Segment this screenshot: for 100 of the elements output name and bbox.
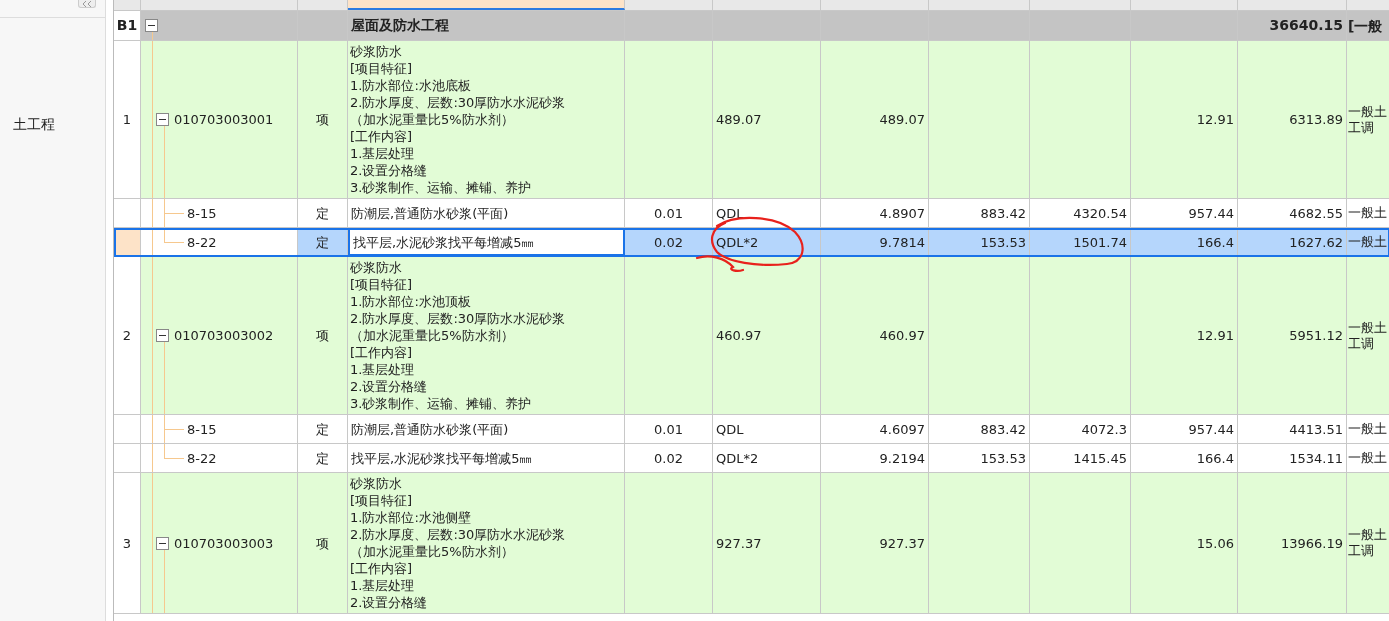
description-text: [工作内容]	[350, 560, 414, 577]
table-row[interactable]: 8-15 定 防潮层,普通防水砂浆(平面) 0.01 QDL 4.8907 883.42 4320.54 957.44 4682.55 一般土	[114, 199, 1389, 228]
type-cell: 项	[316, 327, 329, 344]
table-cell: 5951.12	[1289, 327, 1343, 344]
collapse-icon[interactable]	[156, 113, 169, 126]
description-text: 2.防水厚度、层数:30厚防水水泥砂浆	[350, 94, 566, 111]
table-row[interactable]: 8-22 定 找平层,水泥砂浆找平每增减5㎜ 0.02 QDL*2 9.7814 153.53 1501.74 166.4 1627.62 一般土	[114, 228, 1389, 257]
row-number	[114, 228, 141, 256]
table-cell: 1627.62	[1289, 233, 1343, 251]
type-cell: 定	[316, 420, 329, 438]
table-cell-text: 工调	[1348, 335, 1375, 352]
type-cell: 项	[316, 534, 329, 552]
table-cell: 0.01	[654, 420, 683, 438]
collapse-icon[interactable]	[156, 536, 169, 550]
table-cell: [一般	[1348, 17, 1383, 34]
description-text: 1.基层处理	[350, 361, 416, 378]
row-number: 3	[114, 473, 141, 613]
table-row[interactable]: 8-15 定 防潮层,普通防水砂浆(平面) 0.01 QDL 4.6097 883.42 4072.3 957.44 4413.51 一般土	[114, 415, 1389, 444]
table-cell: 4413.51	[1289, 420, 1343, 438]
column-header[interactable]	[348, 0, 625, 10]
table-cell-text: 工调	[1348, 543, 1375, 559]
table-cell: 4.6097	[879, 420, 925, 438]
table-cell: 4072.3	[1081, 420, 1127, 438]
sidebar-item[interactable]: 土工程	[0, 116, 105, 134]
collapse-icon[interactable]	[145, 19, 158, 32]
table-cell: 一般土	[1348, 421, 1387, 437]
table-cell: 9.2194	[879, 449, 925, 467]
row-number: B1	[114, 11, 141, 40]
description-text: 2.设置分格缝	[350, 594, 429, 611]
description-text: [项目特征]	[350, 60, 414, 77]
table-cell: 一般土	[1348, 319, 1387, 336]
description-text: 砂浆防水	[350, 259, 403, 276]
table-cell: 6313.89	[1289, 111, 1343, 128]
type-cell: 项	[316, 111, 329, 128]
table-cell: QDL*2	[716, 233, 759, 251]
table-cell: 153.53	[980, 449, 1026, 467]
description-text: [项目特征]	[350, 492, 414, 509]
description-text: 1.基层处理	[350, 145, 416, 162]
type-cell: 定	[316, 233, 329, 251]
description-text: [项目特征]	[350, 276, 414, 293]
table-cell: 一般土	[1348, 103, 1387, 120]
collapse-icon[interactable]	[156, 329, 169, 342]
row-number: 2	[114, 257, 141, 414]
table-cell: 927.37	[879, 534, 925, 552]
table-cell: 0.01	[654, 204, 683, 222]
item-code: 010703003001	[174, 111, 274, 128]
table-cell: 927.37	[716, 534, 762, 552]
table-cell: 957.44	[1188, 420, 1234, 438]
description-text: [工作内容]	[350, 128, 414, 145]
table-cell: 12.91	[1196, 111, 1234, 128]
description-text: （加水泥重量比5%防水剂）	[350, 327, 515, 344]
item-code: 010703003002	[174, 327, 274, 344]
table-cell: 一般土	[1348, 205, 1387, 221]
table-cell: QDL	[716, 204, 744, 222]
table-cell: 1534.11	[1289, 449, 1343, 467]
table-cell: 460.97	[879, 327, 925, 344]
table-cell: 489.07	[716, 111, 762, 128]
table-cell: 166.4	[1196, 449, 1234, 467]
table-cell: 一般土	[1348, 527, 1387, 543]
description-text: 1.基层处理	[350, 577, 416, 594]
table-cell: 36640.15	[1269, 17, 1343, 34]
row-number: 1	[114, 41, 141, 198]
description-text: 1.防水部位:水池底板	[350, 77, 472, 94]
description-text: 2.设置分格缝	[350, 162, 429, 179]
description-text: 3.砂浆制作、运输、摊铺、养护	[350, 179, 533, 196]
table-cell: 883.42	[980, 204, 1026, 222]
description-text: 砂浆防水	[350, 43, 403, 60]
description-text: 2.防水厚度、层数:30厚防水水泥砂浆	[350, 526, 566, 543]
table-cell-text: 工调	[1348, 119, 1375, 136]
description-text: 找平层,水泥砂浆找平每增减5㎜	[351, 449, 533, 467]
table-row[interactable]: 8-22 定 找平层,水泥砂浆找平每增减5㎜ 0.02 QDL*2 9.2194 153.53 1415.45 166.4 1534.11 一般土	[114, 444, 1389, 473]
description-text: 防潮层,普通防水砂浆(平面)	[351, 204, 509, 222]
table-cell: 166.4	[1196, 233, 1234, 251]
description-text: 找平层,水泥砂浆找平每增减5㎜	[353, 233, 535, 251]
section-title: 屋面及防水工程	[351, 17, 449, 34]
table-cell: 12.91	[1196, 327, 1234, 344]
section-row[interactable]: B1 屋面及防水工程 36640.15 [一般	[114, 11, 1389, 41]
table-cell: 489.07	[879, 111, 925, 128]
table-cell: 4320.54	[1073, 204, 1127, 222]
description-text: 2.设置分格缝	[350, 378, 429, 395]
description-text: 1.防水部位:水池顶板	[350, 293, 472, 310]
description-text: 1.防水部位:水池侧壁	[350, 509, 472, 526]
table-cell: 9.7814	[879, 233, 925, 251]
table-cell: 一般土	[1348, 234, 1387, 250]
table-cell: 13966.19	[1280, 534, 1343, 552]
item-code: 8-15	[187, 420, 217, 438]
table-cell: 15.06	[1196, 534, 1234, 552]
type-cell: 定	[316, 449, 329, 467]
type-cell: 定	[316, 204, 329, 222]
table-cell: 460.97	[716, 327, 762, 344]
table-cell: 4.8907	[879, 204, 925, 222]
table-cell: 1415.45	[1073, 449, 1127, 467]
table-cell: QDL*2	[716, 449, 759, 467]
description-text: 2.防水厚度、层数:30厚防水水泥砂浆	[350, 310, 566, 327]
item-code: 8-22	[187, 449, 217, 467]
table-cell: QDL	[716, 420, 744, 438]
description-text: （加水泥重量比5%防水剂）	[350, 111, 515, 128]
table-cell: 一般土	[1348, 450, 1387, 466]
description-text: [工作内容]	[350, 344, 414, 361]
description-text: （加水泥重量比5%防水剂）	[350, 543, 515, 560]
